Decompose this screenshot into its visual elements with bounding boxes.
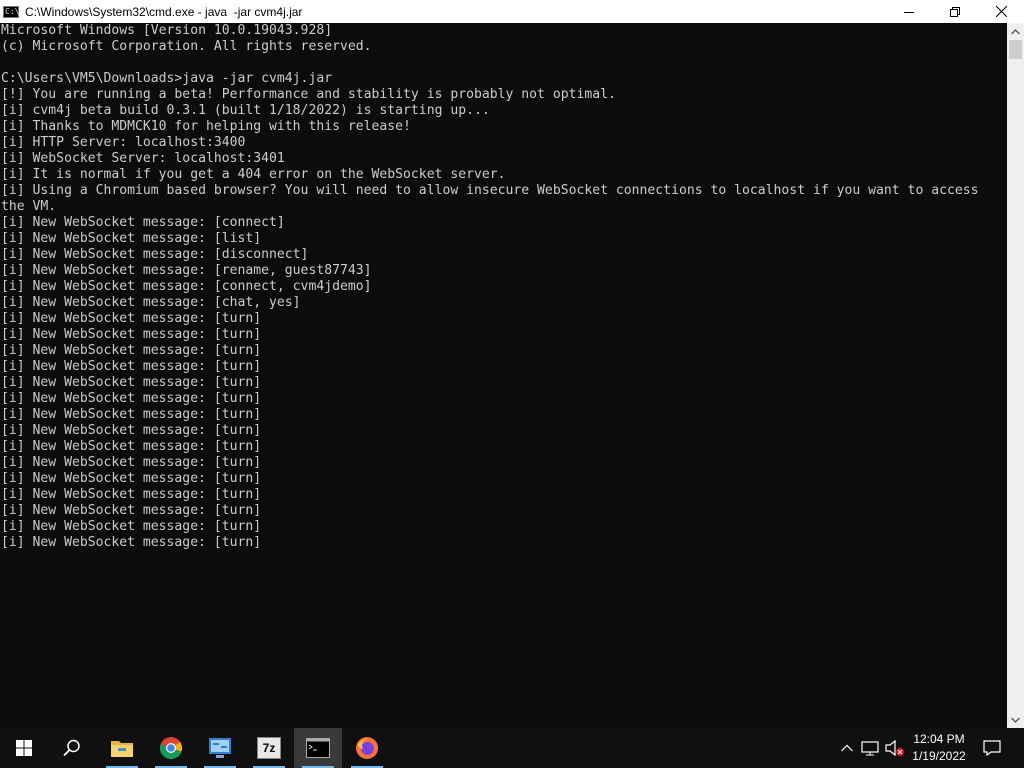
search-icon <box>63 739 80 757</box>
chrome-button[interactable] <box>147 728 195 768</box>
minimize-button[interactable] <box>886 0 932 23</box>
window-title: C:\Windows\System32\cmd.exe - java -jar … <box>25 4 303 19</box>
console-line: [i] cvm4j beta build 0.3.1 (built 1/18/2… <box>1 103 490 118</box>
console-line: [i] It is normal if you get a 404 error … <box>1 167 506 182</box>
cmd-button[interactable] <box>294 728 342 768</box>
scroll-down-button[interactable] <box>1007 711 1024 728</box>
console-line: [i] New WebSocket message: [rename, gues… <box>1 263 372 278</box>
console-line: [!] You are running a beta! Performance … <box>1 87 616 102</box>
firefox-button[interactable] <box>343 728 391 768</box>
console-line: [i] New WebSocket message: [turn] <box>1 407 262 422</box>
network-button[interactable] <box>860 728 880 768</box>
close-icon <box>995 6 1007 17</box>
notification-icon <box>983 740 1001 756</box>
control-panel-button[interactable] <box>196 728 244 768</box>
start-button[interactable] <box>0 728 48 768</box>
taskbar: 7z 12:04 PM 1/19/2022 <box>0 728 1024 768</box>
file-explorer-button[interactable] <box>98 728 146 768</box>
scroll-thumb[interactable] <box>1009 40 1022 59</box>
console-line: [i] New WebSocket message: [turn] <box>1 375 262 390</box>
7zip-icon: 7z <box>257 737 281 759</box>
console-line: [i] New WebSocket message: [disconnect] <box>1 247 309 262</box>
console-line: [i] New WebSocket message: [turn] <box>1 519 262 534</box>
show-hidden-icons-button[interactable] <box>838 728 856 768</box>
volume-muted-icon <box>885 740 904 756</box>
console-line: [i] New WebSocket message: [list] <box>1 231 262 246</box>
console-line: [i] New WebSocket message: [turn] <box>1 311 262 326</box>
folder-icon <box>111 741 133 757</box>
network-icon <box>861 741 879 756</box>
taskbar-clock[interactable]: 12:04 PM 1/19/2022 <box>905 728 973 768</box>
clock-date: 1/19/2022 <box>912 749 966 763</box>
console-line: [i] New WebSocket message: [chat, yes] <box>1 295 301 310</box>
window-controls <box>886 0 1024 23</box>
clock-time: 12:04 PM <box>913 732 965 746</box>
maximize-button[interactable] <box>932 0 978 23</box>
console-line: [i] New WebSocket message: [turn] <box>1 535 262 550</box>
console-line: [i] New WebSocket message: [turn] <box>1 343 262 358</box>
window-title-bar[interactable]: C:\ C:\Windows\System32\cmd.exe - java -… <box>0 0 1024 23</box>
minimize-icon <box>904 11 914 13</box>
volume-button[interactable] <box>884 728 906 768</box>
console-line: [i] New WebSocket message: [turn] <box>1 327 262 342</box>
console-output[interactable]: Microsoft Windows [Version 10.0.19043.92… <box>0 23 1007 728</box>
console-scrollbar[interactable] <box>1007 23 1024 728</box>
console-line: [i] New WebSocket message: [turn] <box>1 439 262 454</box>
console-line: [i] New WebSocket message: [connect, cvm… <box>1 279 372 294</box>
control-panel-icon <box>209 738 231 758</box>
console-line: [i] New WebSocket message: [turn] <box>1 423 262 438</box>
console-line: [i] New WebSocket message: [turn] <box>1 487 262 502</box>
windows-logo-icon <box>16 740 32 756</box>
cmd-icon <box>306 738 330 758</box>
console-line: [i] New WebSocket message: [turn] <box>1 455 262 470</box>
console-line: Microsoft Windows [Version 10.0.19043.92… <box>1 23 333 38</box>
cmd-app-icon[interactable]: C:\ <box>3 5 19 18</box>
action-center-button[interactable] <box>980 728 1004 768</box>
search-button[interactable] <box>48 728 96 768</box>
console-line: [i] Using a Chromium based browser? You … <box>1 183 979 198</box>
restore-icon <box>950 6 960 17</box>
scroll-up-button[interactable] <box>1007 23 1024 40</box>
console-line: C:\Users\VM5\Downloads>java -jar cvm4j.j… <box>1 71 333 86</box>
console-line: [i] New WebSocket message: [turn] <box>1 471 262 486</box>
7zip-button[interactable]: 7z <box>245 728 293 768</box>
console-line: [i] HTTP Server: localhost:3400 <box>1 135 246 150</box>
console-line: [i] New WebSocket message: [connect] <box>1 215 285 230</box>
firefox-icon <box>356 737 378 759</box>
chevron-up-icon <box>1011 28 1020 35</box>
chevron-up-icon <box>841 744 853 752</box>
chrome-icon <box>159 737 182 760</box>
chevron-down-icon <box>1011 716 1020 723</box>
console-line: [i] New WebSocket message: [turn] <box>1 391 262 406</box>
console-line: (c) Microsoft Corporation. All rights re… <box>1 39 372 54</box>
console-line: [i] New WebSocket message: [turn] <box>1 359 262 374</box>
console-line: [i] Thanks to MDMCK10 for helping with t… <box>1 119 411 134</box>
console-line: [i] New WebSocket message: [turn] <box>1 503 262 518</box>
console-line: [i] WebSocket Server: localhost:3401 <box>1 151 285 166</box>
console-line: the VM. <box>1 199 57 214</box>
close-button[interactable] <box>978 0 1024 23</box>
